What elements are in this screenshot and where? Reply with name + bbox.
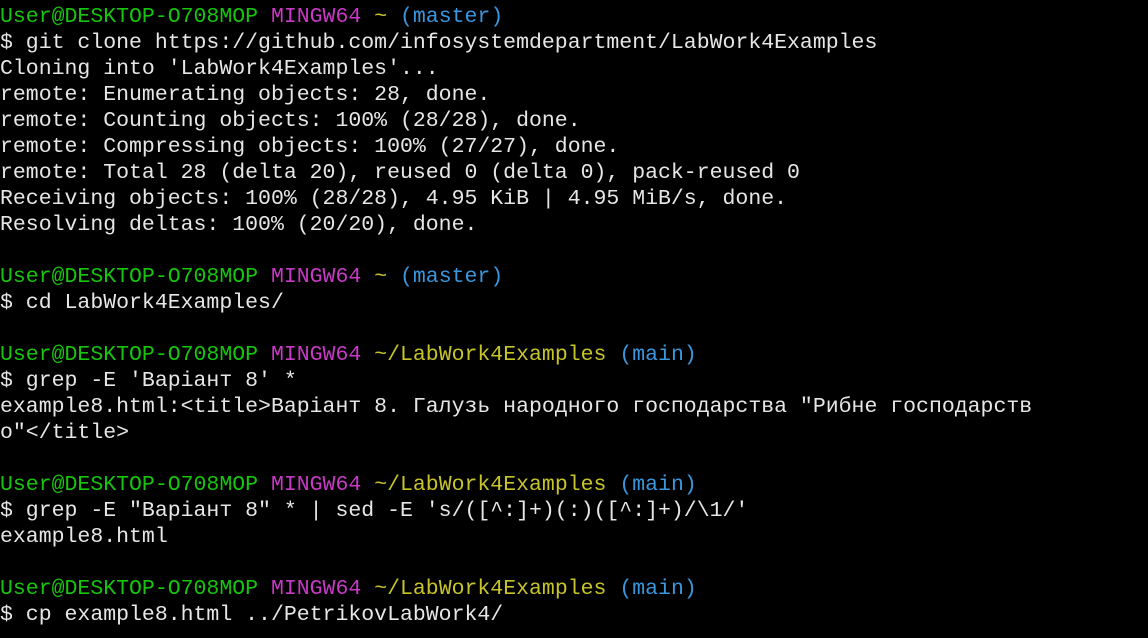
prompt-path: ~/LabWork4Examples: [374, 473, 607, 497]
prompt-line: User@DESKTOP-O708MOP MINGW64 ~ (master): [0, 264, 1148, 290]
output-line: remote: Total 28 (delta 20), reused 0 (d…: [0, 161, 800, 185]
command-line: $ cd LabWork4Examples/: [0, 291, 284, 315]
output-line: Resolving deltas: 100% (20/20), done.: [0, 213, 478, 237]
command-line: $ cp example8.html ../PetrikovLabWork4/: [0, 603, 504, 627]
output-line: remote: Compressing objects: 100% (27/27…: [0, 135, 620, 159]
prompt-user-host: User@DESKTOP-O708MOP: [0, 577, 259, 601]
prompt-line: User@DESKTOP-O708MOP MINGW64 ~/LabWork4E…: [0, 342, 1148, 368]
prompt-branch: (master): [400, 265, 504, 289]
prompt-user-host: User@DESKTOP-O708MOP: [0, 473, 259, 497]
prompt-user-host: User@DESKTOP-O708MOP: [0, 343, 259, 367]
prompt-system: MINGW64: [270, 5, 362, 29]
prompt-line: User@DESKTOP-O708MOP MINGW64 ~/LabWork4E…: [0, 576, 1148, 602]
prompt-user-host: User@DESKTOP-O708MOP: [0, 265, 259, 289]
prompt-path: ~/LabWork4Examples: [374, 343, 607, 367]
command-line: $ grep -E 'Варіант 8' *: [0, 369, 297, 393]
output-line: remote: Counting objects: 100% (28/28), …: [0, 109, 581, 133]
prompt-system: MINGW64: [270, 265, 362, 289]
prompt-line: User@DESKTOP-O708MOP MINGW64 ~/LabWork4E…: [0, 472, 1148, 498]
command-line: $ git clone https://github.com/infosyste…: [0, 31, 878, 55]
prompt-system: MINGW64: [270, 577, 362, 601]
output-line: Cloning into 'LabWork4Examples'...: [0, 57, 439, 81]
output-line: о"</title>: [0, 421, 130, 445]
prompt-branch: (main): [619, 343, 697, 367]
output-line: example8.html: [0, 525, 168, 549]
output-line: example8.html:<title>Варіант 8. Галузь н…: [0, 395, 1033, 419]
prompt-branch: (main): [619, 577, 697, 601]
prompt-line: User@DESKTOP-O708MOP MINGW64 ~ (master): [0, 4, 1148, 30]
prompt-path: ~: [374, 265, 388, 289]
prompt-path: ~: [374, 5, 388, 29]
prompt-branch: (master): [400, 5, 504, 29]
command-line: $ grep -E "Варіант 8" * | sed -E 's/([^:…: [0, 499, 749, 523]
prompt-path: ~/LabWork4Examples: [374, 577, 607, 601]
prompt-system: MINGW64: [270, 343, 362, 367]
output-line: remote: Enumerating objects: 28, done.: [0, 83, 491, 107]
terminal-window[interactable]: User@DESKTOP-O708MOP MINGW64 ~ (master) …: [0, 0, 1148, 638]
prompt-system: MINGW64: [270, 473, 362, 497]
output-line: Receiving objects: 100% (28/28), 4.95 Ki…: [0, 187, 788, 211]
prompt-branch: (main): [619, 473, 697, 497]
prompt-user-host: User@DESKTOP-O708MOP: [0, 5, 259, 29]
